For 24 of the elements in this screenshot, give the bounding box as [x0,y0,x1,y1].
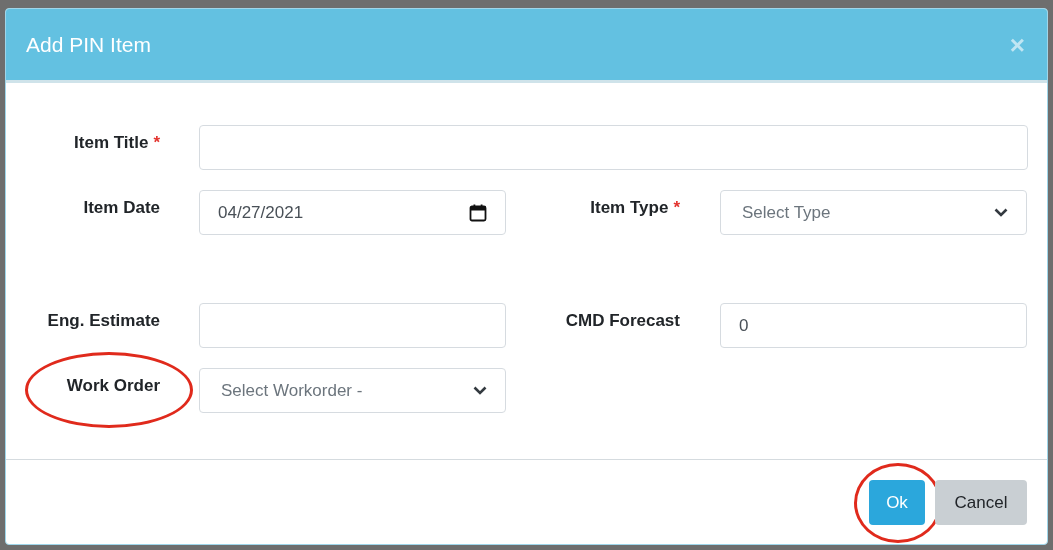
calendar-icon [469,203,487,222]
input-field[interactable] [199,303,506,348]
date-field[interactable]: 04/27/2021 [199,190,506,235]
select-placeholder: Select Workorder - [220,379,363,402]
field-label: Item Date [83,196,160,219]
select-placeholder: Select Type [741,201,831,224]
dialog-title: Add PIN Item [26,31,151,58]
input-field[interactable] [199,125,1028,170]
ok-button[interactable]: Ok [869,480,925,525]
select-field[interactable]: Select Workorder - [199,368,506,413]
field-label: CMD Forecast [565,309,680,332]
cancel-button[interactable]: Cancel [935,480,1027,525]
date-value: 04/27/2021 [218,201,304,224]
chevron-down-icon [994,208,1008,217]
field-label: Eng. Estimate [47,309,160,332]
required-mark: * [673,196,680,219]
required-mark: * [153,131,160,154]
input-value: 0 [739,314,749,337]
field-label: Work Order [66,374,160,397]
field-label: Item Title [74,131,149,154]
field-label: Item Type [590,196,669,219]
select-field[interactable]: Select Type [720,190,1027,235]
chevron-down-icon [473,386,487,395]
input-field[interactable]: 0 [720,303,1027,348]
